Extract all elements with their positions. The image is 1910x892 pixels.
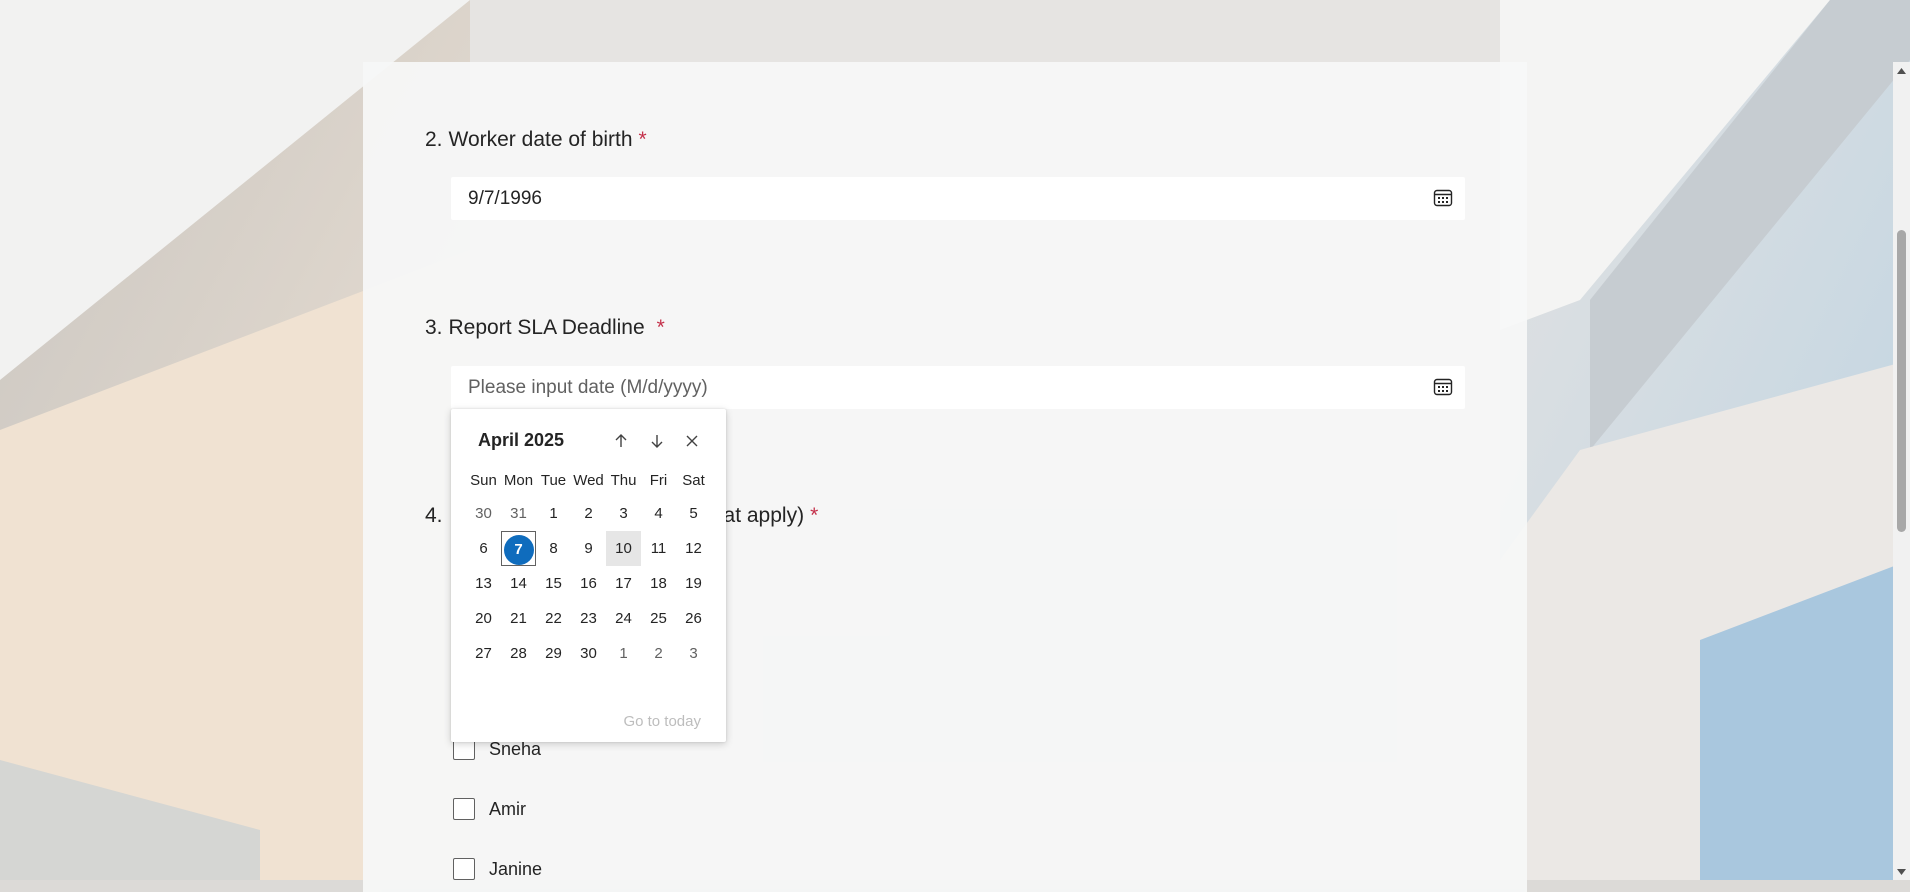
calendar-day[interactable]: 28 bbox=[501, 636, 536, 671]
calendar-day[interactable]: 4 bbox=[641, 496, 676, 531]
calendar-day[interactable]: 20 bbox=[466, 601, 501, 636]
scroll-up-arrow-icon[interactable] bbox=[1893, 62, 1910, 79]
calendar-day-selected[interactable]: 7 bbox=[501, 531, 536, 566]
calendar-icon[interactable] bbox=[1431, 186, 1455, 210]
calendar-day[interactable]: 9 bbox=[571, 531, 606, 566]
question-worker-dob: 2. Worker date of birth * bbox=[425, 128, 647, 152]
calendar-day[interactable]: 1 bbox=[536, 496, 571, 531]
calendar-day[interactable]: 29 bbox=[536, 636, 571, 671]
calendar-month-label: April 2025 bbox=[478, 430, 565, 450]
calendar-day[interactable]: 2 bbox=[571, 496, 606, 531]
required-asterisk: * bbox=[656, 316, 665, 339]
calendar-day[interactable]: 15 bbox=[536, 566, 571, 601]
calendar-week: 20 21 22 23 24 25 26 bbox=[466, 601, 711, 636]
calendar-day-today[interactable]: 10 bbox=[606, 531, 641, 566]
calendar-day[interactable]: 13 bbox=[466, 566, 501, 601]
weekday-label: Fri bbox=[649, 472, 668, 489]
calendar-day[interactable]: 31 bbox=[501, 496, 536, 531]
calendar-day[interactable]: 30 bbox=[571, 636, 606, 671]
question-number: 2. bbox=[425, 128, 443, 151]
arrow-down-icon[interactable] bbox=[643, 429, 671, 453]
weekday-label: Mon bbox=[503, 472, 534, 489]
calendar-day[interactable]: 24 bbox=[606, 601, 641, 636]
question-title-visible-end: at apply) bbox=[723, 504, 805, 527]
calendar-day[interactable]: 11 bbox=[641, 531, 676, 566]
weekday-header: Sun Mon Tue Wed Thu Fri Sat bbox=[466, 466, 711, 496]
choice-janine[interactable]: Janine bbox=[453, 858, 542, 880]
calendar-day[interactable]: 14 bbox=[501, 566, 536, 601]
calendar-day[interactable]: 6 bbox=[466, 531, 501, 566]
calendar-day[interactable]: 5 bbox=[676, 496, 711, 531]
calendar-day[interactable]: 30 bbox=[466, 496, 501, 531]
calendar-day[interactable]: 21 bbox=[501, 601, 536, 636]
calendar-week: 6 7 8 9 10 11 12 bbox=[466, 531, 711, 566]
calendar-day[interactable]: 23 bbox=[571, 601, 606, 636]
scrollbar-thumb[interactable] bbox=[1897, 230, 1906, 532]
question-title: Report SLA Deadline bbox=[448, 316, 645, 339]
selected-day-label: 7 bbox=[503, 535, 534, 565]
calendar-day[interactable]: 3 bbox=[676, 636, 711, 671]
go-to-today-link[interactable]: Go to today bbox=[623, 713, 701, 730]
calendar-week: 27 28 29 30 1 2 3 bbox=[466, 636, 711, 671]
weekday-label: Sat bbox=[682, 472, 705, 489]
calendar-day[interactable]: 22 bbox=[536, 601, 571, 636]
weekday-label: Thu bbox=[610, 472, 637, 489]
calendar-day[interactable]: 19 bbox=[676, 566, 711, 601]
calendar-week: 13 14 15 16 17 18 19 bbox=[466, 566, 711, 601]
calendar-day[interactable]: 12 bbox=[676, 531, 711, 566]
weekday-label: Tue bbox=[540, 472, 567, 489]
checkbox[interactable] bbox=[453, 858, 475, 880]
calendar-day[interactable]: 26 bbox=[676, 601, 711, 636]
calendar-icon[interactable] bbox=[1431, 375, 1455, 399]
calendar-day[interactable]: 25 bbox=[641, 601, 676, 636]
choice-amir[interactable]: Amir bbox=[453, 798, 526, 820]
weekday-label: Wed bbox=[573, 472, 604, 489]
calendar-day[interactable]: 3 bbox=[606, 496, 641, 531]
calendar-day[interactable]: 27 bbox=[466, 636, 501, 671]
question-number: 4. bbox=[425, 504, 443, 527]
required-asterisk: * bbox=[810, 504, 819, 527]
report-sla-deadline-input[interactable]: Please input date (M/d/yyyy) bbox=[451, 366, 1465, 409]
arrow-up-icon[interactable] bbox=[607, 429, 635, 453]
weekday-label: Sun bbox=[470, 472, 497, 489]
date-value: 9/7/1996 bbox=[468, 188, 542, 209]
calendar-grid: Sun Mon Tue Wed Thu Fri Sat 30 31 1 2 3 … bbox=[466, 466, 711, 671]
vertical-scrollbar[interactable] bbox=[1893, 62, 1910, 880]
date-placeholder: Please input date (M/d/yyyy) bbox=[468, 377, 708, 398]
calendar-day[interactable]: 2 bbox=[641, 636, 676, 671]
calendar-day[interactable]: 8 bbox=[536, 531, 571, 566]
question-title: Worker date of birth bbox=[448, 128, 633, 151]
close-icon[interactable] bbox=[678, 429, 706, 453]
calendar-day[interactable]: 16 bbox=[571, 566, 606, 601]
question-report-sla-deadline: 3. Report SLA Deadline * bbox=[425, 316, 665, 340]
choice-label: Amir bbox=[489, 798, 526, 819]
calendar-day[interactable]: 18 bbox=[641, 566, 676, 601]
question-number: 3. bbox=[425, 316, 443, 339]
scroll-down-arrow-icon[interactable] bbox=[1893, 863, 1910, 880]
required-asterisk: * bbox=[638, 128, 647, 151]
calendar-week: 30 31 1 2 3 4 5 bbox=[466, 496, 711, 531]
date-picker-popup: April 2025 Sun Mon Tue Wed Thu Fri Sat 3… bbox=[451, 409, 726, 742]
worker-dob-input[interactable]: 9/7/1996 bbox=[451, 177, 1465, 220]
checkbox[interactable] bbox=[453, 798, 475, 820]
calendar-day[interactable]: 17 bbox=[606, 566, 641, 601]
choice-label: Janine bbox=[489, 858, 543, 879]
calendar-day[interactable]: 1 bbox=[606, 636, 641, 671]
